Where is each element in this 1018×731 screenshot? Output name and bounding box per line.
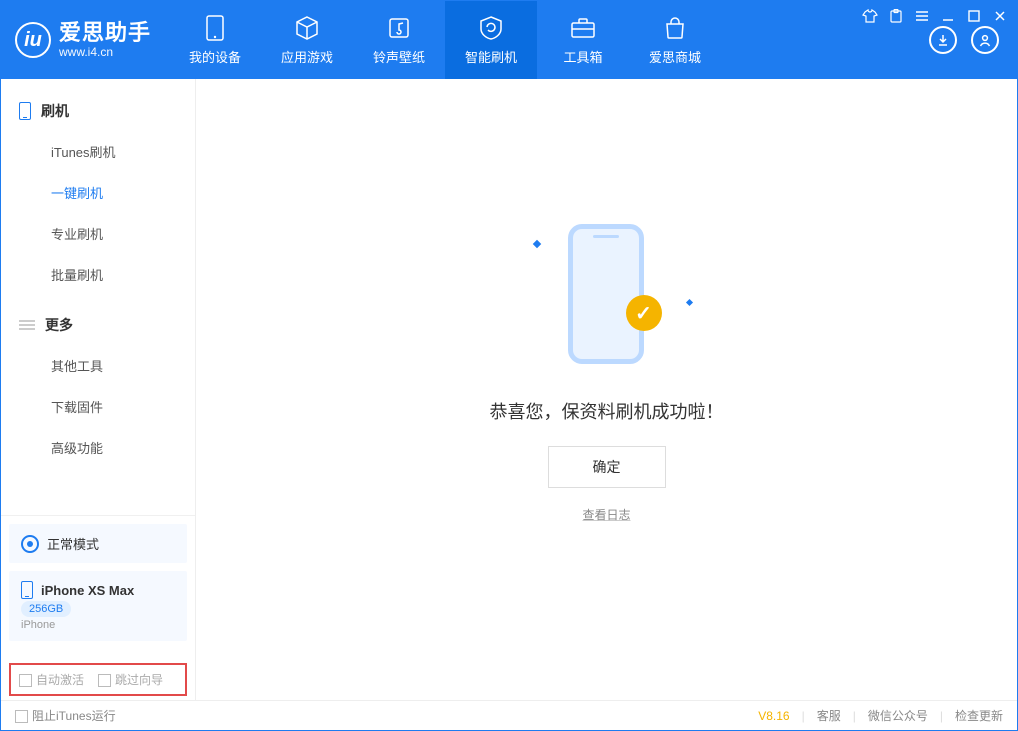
logo-text: 爱思助手 www.i4.cn [59, 21, 151, 58]
auto-activate-checkbox[interactable]: 自动激活 [19, 671, 84, 688]
status-dot-icon [21, 535, 39, 553]
sparkle-icon [685, 299, 692, 306]
tab-ringtones-wallpapers[interactable]: 铃声壁纸 [353, 1, 445, 79]
cube-icon [294, 15, 320, 41]
device-mode-label: 正常模式 [47, 534, 99, 553]
device-info-box[interactable]: iPhone XS Max 256GB iPhone [9, 571, 187, 641]
menu-icon[interactable] [913, 7, 931, 25]
phone-icon [202, 15, 228, 41]
group-title: 刷机 [41, 101, 69, 121]
tab-label: 铃声壁纸 [373, 47, 425, 66]
success-title: 恭喜您，保资料刷机成功啦！ [490, 398, 724, 424]
main-content: ✓ 恭喜您，保资料刷机成功啦！ 确定 查看日志 [196, 79, 1017, 700]
device-mode-box[interactable]: 正常模式 [9, 524, 187, 563]
minimize-icon[interactable] [939, 7, 957, 25]
app-subtitle: www.i4.cn [59, 46, 151, 59]
tab-label: 智能刷机 [465, 47, 517, 66]
device-type: iPhone [21, 619, 55, 631]
tab-apps-games[interactable]: 应用游戏 [261, 1, 353, 79]
sidebar-item-batch-flash[interactable]: 批量刷机 [1, 254, 195, 295]
statusbar-left: 阻止iTunes运行 [15, 707, 116, 724]
device-capacity-badge: 256GB [21, 601, 71, 617]
skip-setup-checkbox[interactable]: 跳过向导 [98, 671, 163, 688]
version-label: V8.16 [758, 709, 789, 723]
wechat-link[interactable]: 微信公众号 [868, 707, 928, 724]
tab-label: 爱思商城 [649, 47, 701, 66]
body-area: 刷机 iTunes刷机 一键刷机 专业刷机 批量刷机 更多 其他工具 下载固件 … [1, 79, 1017, 700]
sidebar: 刷机 iTunes刷机 一键刷机 专业刷机 批量刷机 更多 其他工具 下载固件 … [1, 79, 196, 700]
sidebar-item-advanced[interactable]: 高级功能 [1, 427, 195, 468]
download-circle-icon[interactable] [929, 26, 957, 54]
phone-outline-icon [19, 102, 31, 120]
sidebar-item-oneclick-flash[interactable]: 一键刷机 [1, 172, 195, 213]
tshirt-icon[interactable] [861, 7, 879, 25]
bag-icon [662, 15, 688, 41]
device-boxes: 正常模式 iPhone XS Max 256GB iPhone [1, 515, 195, 657]
stop-itunes-checkbox[interactable]: 阻止iTunes运行 [15, 707, 116, 724]
ok-button[interactable]: 确定 [548, 446, 666, 488]
success-illustration: ✓ [522, 216, 692, 376]
app-title: 爱思助手 [59, 21, 151, 45]
maximize-icon[interactable] [965, 7, 983, 25]
tab-my-device[interactable]: 我的设备 [169, 1, 261, 79]
clipboard-icon[interactable] [887, 7, 905, 25]
music-note-icon [386, 15, 412, 41]
tab-toolbox[interactable]: 工具箱 [537, 1, 629, 79]
sparkle-icon [532, 240, 540, 248]
window-controls [861, 7, 1009, 25]
check-update-link[interactable]: 检查更新 [955, 707, 1003, 724]
device-name: iPhone XS Max [41, 583, 134, 598]
check-badge-icon: ✓ [626, 295, 662, 331]
sidebar-group-flash: 刷机 [1, 91, 195, 131]
sidebar-item-itunes-flash[interactable]: iTunes刷机 [1, 131, 195, 172]
app-logo-icon: iu [15, 22, 51, 58]
phone-illustration-icon [568, 224, 644, 364]
status-bar: 阻止iTunes运行 V8.16 | 客服 | 微信公众号 | 检查更新 [1, 700, 1017, 730]
support-link[interactable]: 客服 [817, 707, 841, 724]
sidebar-item-download-firmware[interactable]: 下载固件 [1, 386, 195, 427]
sidebar-scroll: 刷机 iTunes刷机 一键刷机 专业刷机 批量刷机 更多 其他工具 下载固件 … [1, 79, 195, 515]
toolbox-icon [570, 15, 596, 41]
tab-label: 工具箱 [564, 47, 603, 66]
tab-store[interactable]: 爱思商城 [629, 1, 721, 79]
sidebar-item-pro-flash[interactable]: 专业刷机 [1, 213, 195, 254]
app-window: iu 爱思助手 www.i4.cn 我的设备 应用游戏 铃声壁纸 智能刷机 [0, 0, 1018, 731]
logo-area: iu 爱思助手 www.i4.cn [1, 1, 169, 79]
phone-outline-icon [21, 581, 33, 599]
group-title: 更多 [45, 315, 73, 335]
statusbar-right: V8.16 | 客服 | 微信公众号 | 检查更新 [758, 707, 1003, 724]
list-icon [19, 318, 35, 332]
tab-label: 应用游戏 [281, 47, 333, 66]
sidebar-item-other-tools[interactable]: 其他工具 [1, 345, 195, 386]
nav-tabs: 我的设备 应用游戏 铃声壁纸 智能刷机 工具箱 爱思商城 [169, 1, 929, 79]
view-log-link[interactable]: 查看日志 [582, 506, 630, 523]
tab-smart-flash[interactable]: 智能刷机 [445, 1, 537, 79]
bottom-options-row: 自动激活 跳过向导 [9, 663, 187, 696]
close-icon[interactable] [991, 7, 1009, 25]
title-bar: iu 爱思助手 www.i4.cn 我的设备 应用游戏 铃声壁纸 智能刷机 [1, 1, 1017, 79]
refresh-shield-icon [478, 15, 504, 41]
user-circle-icon[interactable] [971, 26, 999, 54]
sidebar-group-more: 更多 [1, 305, 195, 345]
tab-label: 我的设备 [189, 47, 241, 66]
